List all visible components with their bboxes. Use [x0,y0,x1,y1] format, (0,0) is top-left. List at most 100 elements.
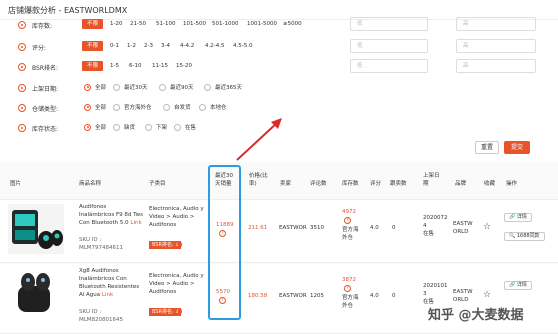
bsr-icon [18,63,26,71]
price: 211.61 [248,225,268,231]
radio-option[interactable]: 自发货 [163,103,191,111]
listing-date: 2020101 3 在售 [423,283,448,305]
radio-option[interactable]: 官方海外仓 [113,103,152,111]
radio-option[interactable]: 全部 [84,103,106,111]
rating-max-input[interactable]: 高 [456,39,536,53]
filter-rating: 评分: 不限 0-1 1-2 2-3 3-4 4-4.2 4.2-4.5 4.5… [0,39,558,56]
header-brand: 品牌 [455,181,467,187]
star-icon[interactable]: ☆ [483,222,491,232]
radio-option[interactable]: 最近30天 [113,83,148,91]
chip-option[interactable]: 6-10 [124,61,146,71]
chip-option[interactable]: 1001-5000 [242,19,282,29]
reset-button[interactable]: 重置 [475,141,499,154]
product-image [8,204,64,254]
radio-option[interactable]: 最近365天 [204,83,242,91]
header-stock[interactable]: 库存数 [342,180,359,188]
chip-option[interactable]: 4.2-4.5 [200,41,229,51]
brand: EASTW ORLD [453,289,473,303]
detail-button[interactable]: 🔗 详情 [504,213,532,222]
chip-option[interactable]: 21-50 [125,19,151,29]
reviews: 3510 [310,225,324,231]
inventory-max-input[interactable]: 高 [456,17,536,31]
stock-info-icon[interactable]: ? [344,285,351,292]
radio-option[interactable]: 全部 [84,83,106,91]
inventory-icon [18,21,26,29]
radio-option[interactable]: 本地仓 [199,103,227,111]
info-icon[interactable]: ? [175,308,182,315]
filter-fulfillment: 仓储类型: 全部 官方海外仓 自发货 本地仓 [0,101,558,117]
seller[interactable]: EASTWOR [279,292,307,300]
product-image [8,268,64,318]
product-name: Audifonos Inalámbricos F9 8d Tws Con Blu… [79,204,143,226]
filter-label: 仓储类型: [32,106,59,113]
sku-id: SKU ID : MLM797484611 [79,237,124,251]
chip-option[interactable]: 51-100 [151,19,180,29]
chip-option[interactable]: 4.5-5.0 [228,41,257,51]
chip-option[interactable]: 501-1000 [207,19,243,29]
chip-option[interactable]: 15-20 [171,61,197,71]
watermark: 知乎 @大麦数据 [428,308,524,323]
table-row: Audifonos Inalámbricos F9 8d Tws Con Blu… [0,200,558,263]
info-icon[interactable]: ? [175,241,182,248]
seller[interactable]: EASTWOR [279,224,307,232]
filter-label: 评分: [32,45,47,52]
bsr-max-input[interactable]: 高 [456,59,536,73]
table-header: 图片 商品名称 子类目 最近30 天销量 价格(比 率) 卖家 评论数 库存数 … [0,172,558,200]
chip-option[interactable]: 不限 [82,61,104,71]
calendar-icon [18,84,26,92]
header-rating[interactable]: 评分 [370,180,381,188]
chip-option[interactable]: 不限 [82,41,104,51]
header-category: 子类目 [149,181,166,187]
filter-label: BSR排名: [32,65,59,72]
header-image: 图片 [10,181,22,187]
header-followers[interactable]: 跟卖数 [390,180,407,188]
stock-info-icon[interactable]: ? [344,217,351,224]
reviews: 1205 [310,293,324,299]
table-row: Xg8 Audifonos Inalámbricos Con Bluetooth… [0,264,558,334]
header-name: 商品名称 [79,181,102,187]
submit-button[interactable]: 提交 [504,141,530,154]
chip-option[interactable]: 3-4 [156,41,175,51]
listing-date: 2020072 4 在售 [423,215,448,237]
radio-option[interactable]: 下架 [145,123,167,131]
warehouse: 官方海 外仓 [342,295,359,309]
filter-inventory: 库存数: 不限 1-20 21-50 51-100 101-500 501-10… [0,17,558,34]
product-link[interactable]: Link [130,220,141,226]
bsr-min-input[interactable]: 低 [350,59,428,73]
brand: EASTW ORLD [453,221,473,235]
filter-label: 库存状态: [32,126,59,133]
filter-label: 上架日期: [32,86,59,93]
chip-option[interactable]: 4-4.2 [175,41,199,51]
radio-option[interactable]: 缺货 [113,123,135,131]
header-price[interactable]: 价格(比 率) [249,172,268,188]
chip-option[interactable]: ≥5000 [278,19,307,29]
header-seller: 卖家 [280,181,292,187]
sales-column-highlight [208,165,241,320]
product-link[interactable]: Link [102,292,113,298]
filter-stock-status: 库存状态: 全部 缺货 下架 在售 [0,121,558,137]
header-reviews[interactable]: 评论数 [310,180,327,188]
same-item-button[interactable]: 🔍 1688同款 [504,232,545,241]
product-name: Xg8 Audifonos Inalámbricos Con Bluetooth… [79,268,140,298]
stock: 3872 [342,277,356,283]
inventory-min-input[interactable]: 低 [350,17,428,31]
star-icon[interactable]: ☆ [483,290,491,300]
chip-option[interactable]: 1-5 [105,61,124,71]
chip-option[interactable]: 不限 [82,19,104,29]
rating-icon [18,43,26,51]
followers: 0 [392,293,396,299]
category: Electronica, Audio y Video > Audio > Aud… [149,206,204,228]
chip-option[interactable]: 11-15 [147,61,173,71]
filter-listing-date: 上架日期: 全部 最近30天 最近90天 最近365天 [0,81,558,97]
radio-option[interactable]: 最近90天 [159,83,194,91]
header-listing-date[interactable]: 上架日 期 [423,172,440,188]
followers: 0 [392,225,396,231]
stock: 4972 [342,209,356,215]
rating: 4.0 [370,225,379,231]
rating-min-input[interactable]: 低 [350,39,428,53]
header-collect: 收藏 [484,181,496,187]
rating: 4.0 [370,293,379,299]
detail-button[interactable]: 🔗 详情 [504,281,532,290]
radio-option[interactable]: 在售 [174,123,196,131]
radio-option[interactable]: 全部 [84,123,106,131]
